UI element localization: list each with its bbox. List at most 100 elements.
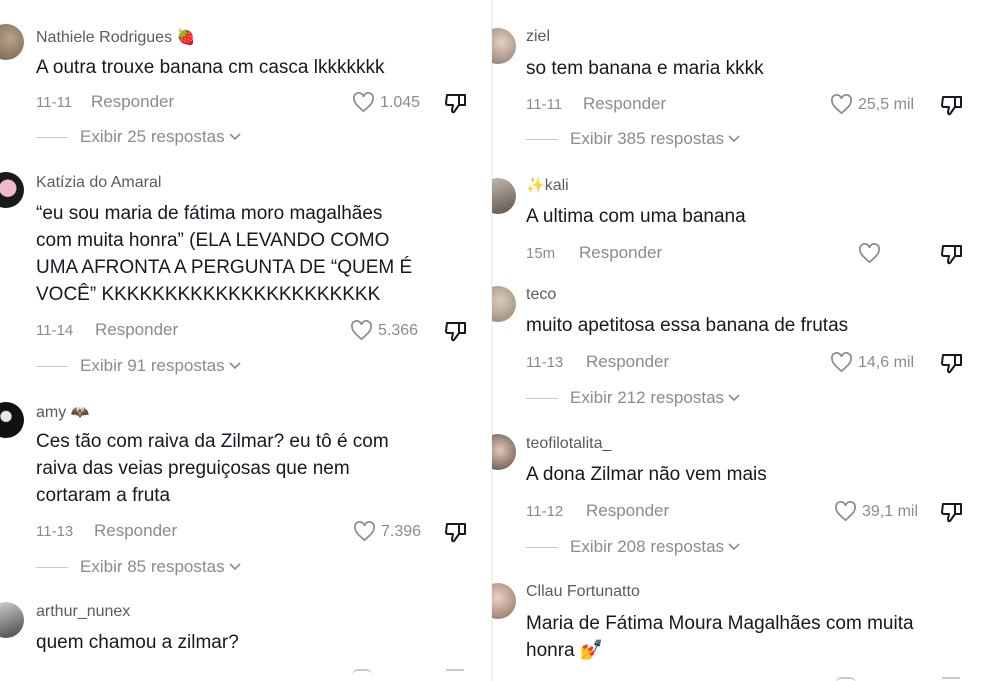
like-button-partial (352, 669, 372, 675)
avatar[interactable] (492, 286, 516, 322)
view-replies-label: Exibir 91 respostas (80, 356, 225, 375)
comment-text: A outra trouxe banana cm casca lkkkkkkk (36, 57, 385, 78)
chevron-down-icon (728, 394, 740, 402)
heart-outline-icon (831, 352, 852, 373)
like-button[interactable]: 5.366 (350, 320, 418, 341)
avatar[interactable] (492, 434, 516, 470)
comments-column-left: Nathiele Rodrigues 🍓 A outra trouxe bana… (0, 0, 492, 681)
replies-line (36, 136, 68, 138)
chevron-down-icon (229, 563, 241, 571)
comment-text: “eu sou maria de fátima moro magalhães c… (36, 203, 413, 305)
comment-username[interactable]: Cllau Fortunatto (526, 583, 640, 601)
like-count: 1.045 (380, 93, 421, 111)
comment-text: Maria de Fátima Moura Magalhães com muit… (526, 613, 914, 661)
comment-text: A dona Zilmar não vem mais (526, 464, 767, 485)
comment-username[interactable]: Katízia do Amaral (36, 174, 161, 192)
replies-line (526, 397, 558, 399)
comment-meta: 11-14 Responder 5.366 (0, 320, 492, 344)
heart-outline-icon (351, 320, 372, 341)
sparkles-emoji: ✨ (526, 176, 545, 194)
comment-username[interactable]: arthur_nunex (36, 603, 130, 621)
comment-date: 15m (526, 245, 556, 262)
like-count: 25,5 mil (858, 95, 915, 113)
view-replies-button[interactable]: Exibir 85 respostas (36, 557, 241, 577)
chevron-down-icon (229, 362, 241, 370)
reply-button[interactable]: Responder (586, 501, 669, 521)
like-button[interactable]: 7.396 (353, 521, 421, 542)
reply-button[interactable]: Responder (583, 94, 666, 114)
comment-meta: 11-13 Responder 7.396 (0, 521, 492, 545)
heart-outline-icon (831, 94, 852, 115)
chevron-down-icon (728, 135, 740, 143)
comment-date: 11-13 (526, 354, 564, 371)
comment-date: 11-14 (36, 322, 74, 339)
dislike-button-partial (446, 669, 464, 675)
like-count: 14,6 mil (858, 353, 915, 371)
thumbs-down-outline-icon[interactable] (940, 501, 964, 523)
avatar[interactable] (492, 28, 516, 64)
view-replies-label: Exibir 208 respostas (570, 537, 725, 556)
comment-text: Ces tão com raiva da Zilmar? eu tô é com… (36, 431, 389, 506)
view-replies-button[interactable]: Exibir 208 respostas (526, 537, 740, 557)
replies-line (36, 566, 68, 568)
reply-button[interactable]: Responder (586, 352, 669, 372)
reply-button[interactable]: Responder (95, 320, 178, 340)
strawberry-emoji: 🍓 (176, 28, 196, 46)
thumbs-down-outline-icon[interactable] (940, 243, 964, 265)
comment-date: 11-12 (526, 503, 564, 520)
reply-button[interactable]: Responder (91, 92, 174, 112)
chevron-down-icon (229, 133, 241, 141)
view-replies-label: Exibir 25 respostas (80, 127, 225, 146)
avatar[interactable] (0, 402, 24, 438)
comment-username[interactable]: ✨kali (526, 176, 569, 195)
comment-date: 11-13 (36, 523, 74, 540)
view-replies-label: Exibir 385 respostas (570, 129, 725, 148)
comment-meta: 15m Responder (492, 243, 984, 267)
like-count: 7.396 (381, 522, 422, 540)
comment-username[interactable]: teco (526, 286, 556, 304)
avatar[interactable] (492, 583, 516, 619)
like-button[interactable] (858, 243, 881, 264)
like-button[interactable]: 25,5 mil (830, 94, 914, 115)
heart-outline-icon (859, 243, 880, 264)
reply-button[interactable]: Responder (579, 243, 662, 263)
avatar[interactable] (0, 24, 24, 60)
chevron-down-icon (728, 543, 740, 551)
like-button[interactable]: 39,1 mil (834, 501, 918, 522)
heart-outline-icon (835, 501, 856, 522)
view-replies-button[interactable]: Exibir 212 respostas (526, 388, 740, 408)
avatar[interactable] (0, 602, 24, 638)
thumbs-down-outline-icon[interactable] (444, 320, 468, 342)
view-replies-button[interactable]: Exibir 25 respostas (36, 127, 241, 147)
replies-line (526, 138, 558, 140)
heart-outline-icon (353, 92, 374, 113)
view-replies-button[interactable]: Exibir 91 respostas (36, 356, 241, 376)
comment-username[interactable]: teofilotalita_ (526, 435, 611, 453)
thumbs-down-outline-icon[interactable] (940, 94, 964, 116)
avatar[interactable] (0, 172, 24, 208)
comment-meta: 11-11 Responder 25,5 mil (492, 94, 984, 118)
like-count: 5.366 (378, 321, 419, 339)
heart-outline-icon (354, 521, 375, 542)
comment-username[interactable]: ziel (526, 28, 550, 46)
thumbs-down-outline-icon[interactable] (940, 352, 964, 374)
comment-username[interactable]: Nathiele Rodrigues 🍓 (36, 28, 195, 47)
comment-text: so tem banana e maria kkkk (526, 58, 764, 79)
thumbs-down-outline-icon[interactable] (444, 521, 468, 543)
avatar[interactable] (492, 178, 516, 214)
comments-column-right: ziel so tem banana e maria kkkk 11-11 Re… (492, 0, 984, 681)
like-button[interactable]: 1.045 (352, 92, 420, 113)
view-replies-label: Exibir 212 respostas (570, 388, 725, 407)
thumbs-down-outline-icon[interactable] (444, 92, 468, 114)
reply-button[interactable]: Responder (94, 521, 177, 541)
comment-username[interactable]: amy 🦇 (36, 403, 89, 422)
replies-line (526, 546, 558, 548)
nail-polish-emoji: 💅 (579, 639, 604, 661)
like-count: 39,1 mil (862, 502, 919, 520)
comment-meta: 11-13 Responder 14,6 mil (492, 352, 984, 376)
like-button-partial (836, 677, 856, 681)
view-replies-button[interactable]: Exibir 385 respostas (526, 129, 740, 149)
replies-line (36, 365, 68, 367)
comment-text: A ultima com uma banana (526, 206, 746, 227)
like-button[interactable]: 14,6 mil (830, 352, 914, 373)
